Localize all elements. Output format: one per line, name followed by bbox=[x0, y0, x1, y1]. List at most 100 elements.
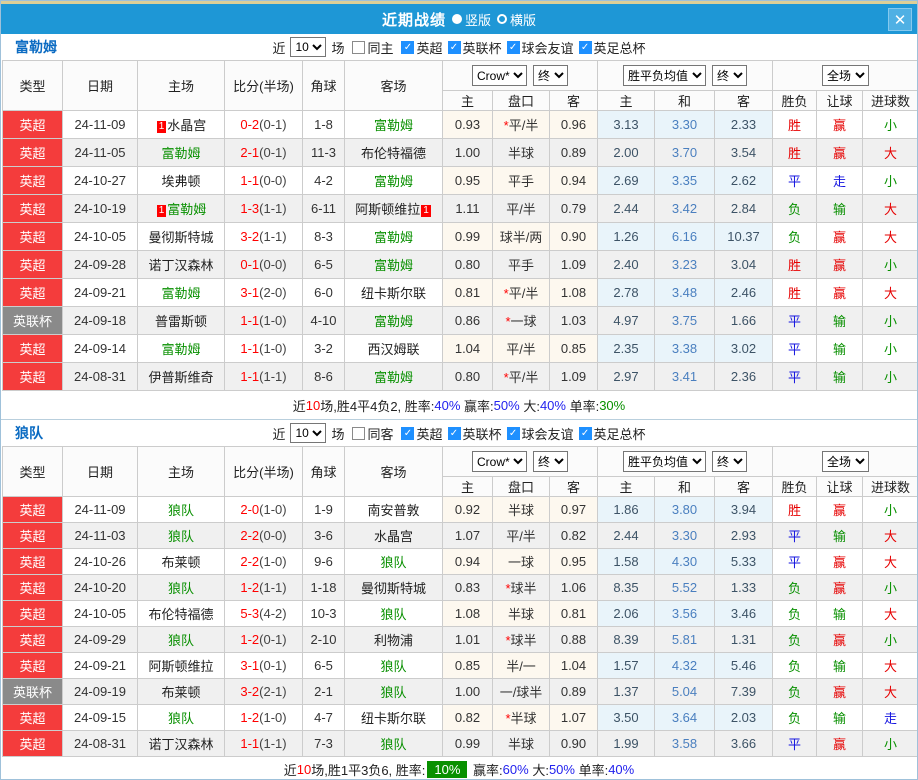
corner-count: 11-3 bbox=[302, 138, 345, 167]
result-flag: 平 bbox=[772, 362, 818, 391]
home-odds: 1.11 bbox=[442, 194, 493, 223]
match-date: 24-09-19 bbox=[62, 678, 138, 705]
league-filter-checkbox[interactable]: ✓ 英超 bbox=[401, 38, 443, 57]
odds-final-select[interactable]: 终 bbox=[533, 451, 568, 472]
home-team-cell: 富勒姆 bbox=[137, 278, 225, 307]
handicap-line: 球半 bbox=[510, 633, 537, 648]
avg-final-select[interactable]: 终 bbox=[712, 451, 747, 472]
home-team-cell: 阿斯顿维拉 bbox=[137, 652, 225, 679]
home-odds: 0.93 bbox=[442, 110, 493, 139]
avg-odds-select[interactable]: 胜平负均值 bbox=[623, 451, 706, 472]
corner-count: 8-6 bbox=[302, 362, 345, 391]
handicap-cell: 半球 bbox=[492, 138, 550, 167]
goals-result-flag: 小 bbox=[862, 110, 917, 139]
away-team-cell: 阿斯顿维拉 1 bbox=[344, 194, 443, 223]
away-odds: 0.96 bbox=[549, 110, 598, 139]
col-type: 类型 bbox=[2, 446, 63, 497]
handicap-result-flag: 赢 bbox=[816, 626, 864, 653]
away-team-name: 富勒姆 bbox=[373, 370, 413, 385]
same-venue-checkbox[interactable]: 同客 bbox=[352, 424, 393, 443]
league-filter-checkbox[interactable]: ✓ 英足总杯 bbox=[578, 424, 646, 443]
radio-horizontal-layout[interactable]: 横版 bbox=[497, 10, 536, 29]
avg-draw-odds: 3.38 bbox=[654, 334, 715, 363]
match-count-select[interactable]: 10 bbox=[290, 423, 327, 443]
full-time-score: 1-1 bbox=[240, 173, 260, 188]
avg-home-odds: 3.13 bbox=[597, 110, 655, 139]
home-team-name: 布伦特福德 bbox=[148, 607, 214, 622]
away-team-cell: 狼队 bbox=[344, 678, 443, 705]
avg-home-odds: 8.35 bbox=[597, 574, 655, 601]
league-filter-checkbox[interactable]: ✓ 英联杯 bbox=[447, 38, 502, 57]
handicap-result-flag: 走 bbox=[816, 166, 864, 195]
league-filter-checkbox[interactable]: ✓ 球会友谊 bbox=[506, 424, 574, 443]
checkbox-checked-icon: ✓ bbox=[401, 40, 415, 54]
away-team-cell: 南安普敦 bbox=[344, 496, 443, 523]
home-odds: 0.94 bbox=[442, 548, 493, 575]
avg-draw-odds: 4.30 bbox=[654, 548, 715, 575]
avg-draw-odds: 3.30 bbox=[654, 522, 715, 549]
corner-count: 6-5 bbox=[302, 250, 345, 279]
radio-vertical-layout[interactable]: 竖版 bbox=[451, 10, 491, 29]
handicap-cell: 半球 bbox=[492, 600, 550, 627]
odds-company-select[interactable]: Crow* bbox=[472, 65, 527, 86]
half-time-score: (4-2) bbox=[259, 606, 287, 621]
match-date: 24-11-03 bbox=[62, 522, 138, 549]
league-filter-checkbox[interactable]: ✓ 球会友谊 bbox=[506, 38, 574, 57]
handicap-result-flag: 赢 bbox=[816, 278, 864, 307]
col-away: 客场 bbox=[344, 446, 443, 497]
close-button[interactable]: ✕ bbox=[888, 8, 912, 31]
avg-odds-select[interactable]: 胜平负均值 bbox=[623, 65, 706, 86]
red-card-badge: 1 bbox=[156, 121, 167, 133]
home-odds: 0.83 bbox=[442, 574, 493, 601]
handicap-cell: 平手 bbox=[492, 166, 550, 195]
col-odds-home: 主 bbox=[442, 90, 493, 111]
scope-select[interactable]: 全场 bbox=[822, 65, 870, 86]
score-cell: 5-3(4-2) bbox=[224, 600, 303, 627]
odds-final-select[interactable]: 终 bbox=[533, 65, 568, 86]
handicap-result-flag: 赢 bbox=[816, 222, 864, 251]
avg-home-odds: 2.44 bbox=[597, 522, 655, 549]
away-team-cell: 狼队 bbox=[344, 652, 443, 679]
home-team-name: 布莱顿 bbox=[161, 555, 201, 570]
full-time-score: 2-0 bbox=[240, 502, 260, 517]
league-badge: 英超 bbox=[2, 194, 63, 223]
half-time-score: (1-0) bbox=[259, 502, 287, 517]
avg-away-odds: 1.31 bbox=[713, 626, 774, 653]
full-time-score: 1-2 bbox=[240, 710, 260, 725]
league-filter-checkbox[interactable]: ✓ 英联杯 bbox=[447, 424, 502, 443]
checkbox-unchecked-icon bbox=[352, 426, 366, 440]
odds-company-select[interactable]: Crow* bbox=[472, 451, 527, 472]
col-date: 日期 bbox=[62, 446, 138, 497]
scope-select[interactable]: 全场 bbox=[822, 451, 870, 472]
home-team-cell: 布莱顿 bbox=[137, 678, 225, 705]
handicap-cell: *平/半 bbox=[492, 110, 550, 139]
match-count-select[interactable]: 10 bbox=[290, 37, 327, 57]
avg-final-select[interactable]: 终 bbox=[712, 65, 747, 86]
corner-count: 6-0 bbox=[302, 278, 345, 307]
handicap-line: 平/半 bbox=[506, 202, 536, 217]
wolves-summary: 近 10 场,胜1平3负6, 胜率: 10% 赢率: 60% 大: 50% 单率: 40% bbox=[1, 757, 917, 779]
handicap-result-flag: 输 bbox=[816, 306, 864, 335]
same-venue-checkbox[interactable]: 同主 bbox=[352, 38, 393, 57]
result-flag: 负 bbox=[772, 194, 818, 223]
team-name-wolves: 狼队 bbox=[15, 425, 43, 441]
league-filter-checkbox[interactable]: ✓ 英超 bbox=[401, 424, 443, 443]
home-odds: 0.99 bbox=[442, 730, 493, 757]
avg-away-odds: 2.93 bbox=[713, 522, 774, 549]
goals-result-flag: 大 bbox=[862, 548, 917, 575]
home-odds: 0.95 bbox=[442, 166, 493, 195]
goals-result-flag: 小 bbox=[862, 250, 917, 279]
fulham-filter-row: 富勒姆 近 10 场 同主 ✓ 英超 ✓ 英联杯 ✓ 球会友谊 ✓ 英足总杯 bbox=[1, 34, 917, 60]
home-team-name: 布莱顿 bbox=[161, 685, 201, 700]
goals-result-flag: 小 bbox=[862, 362, 917, 391]
avg-away-odds: 2.36 bbox=[713, 362, 774, 391]
home-team-name: 狼队 bbox=[167, 581, 194, 596]
league-filter-checkbox[interactable]: ✓ 英足总杯 bbox=[578, 38, 646, 57]
match-row: 英超 24-10-19 1 富勒姆 1-3(1-1) 6-11 阿斯顿维拉 1 1.… bbox=[2, 194, 917, 223]
result-flag: 负 bbox=[772, 626, 818, 653]
match-row: 英超 24-09-15 狼队 1-2(1-0) 4-7 纽卡斯尔联 0.82 *… bbox=[2, 704, 917, 731]
result-flag: 负 bbox=[772, 222, 818, 251]
titlebar: 近期战绩 竖版 横版 ✕ bbox=[1, 1, 917, 34]
avg-home-odds: 2.00 bbox=[597, 138, 655, 167]
away-team-name: 纽卡斯尔联 bbox=[360, 711, 426, 726]
